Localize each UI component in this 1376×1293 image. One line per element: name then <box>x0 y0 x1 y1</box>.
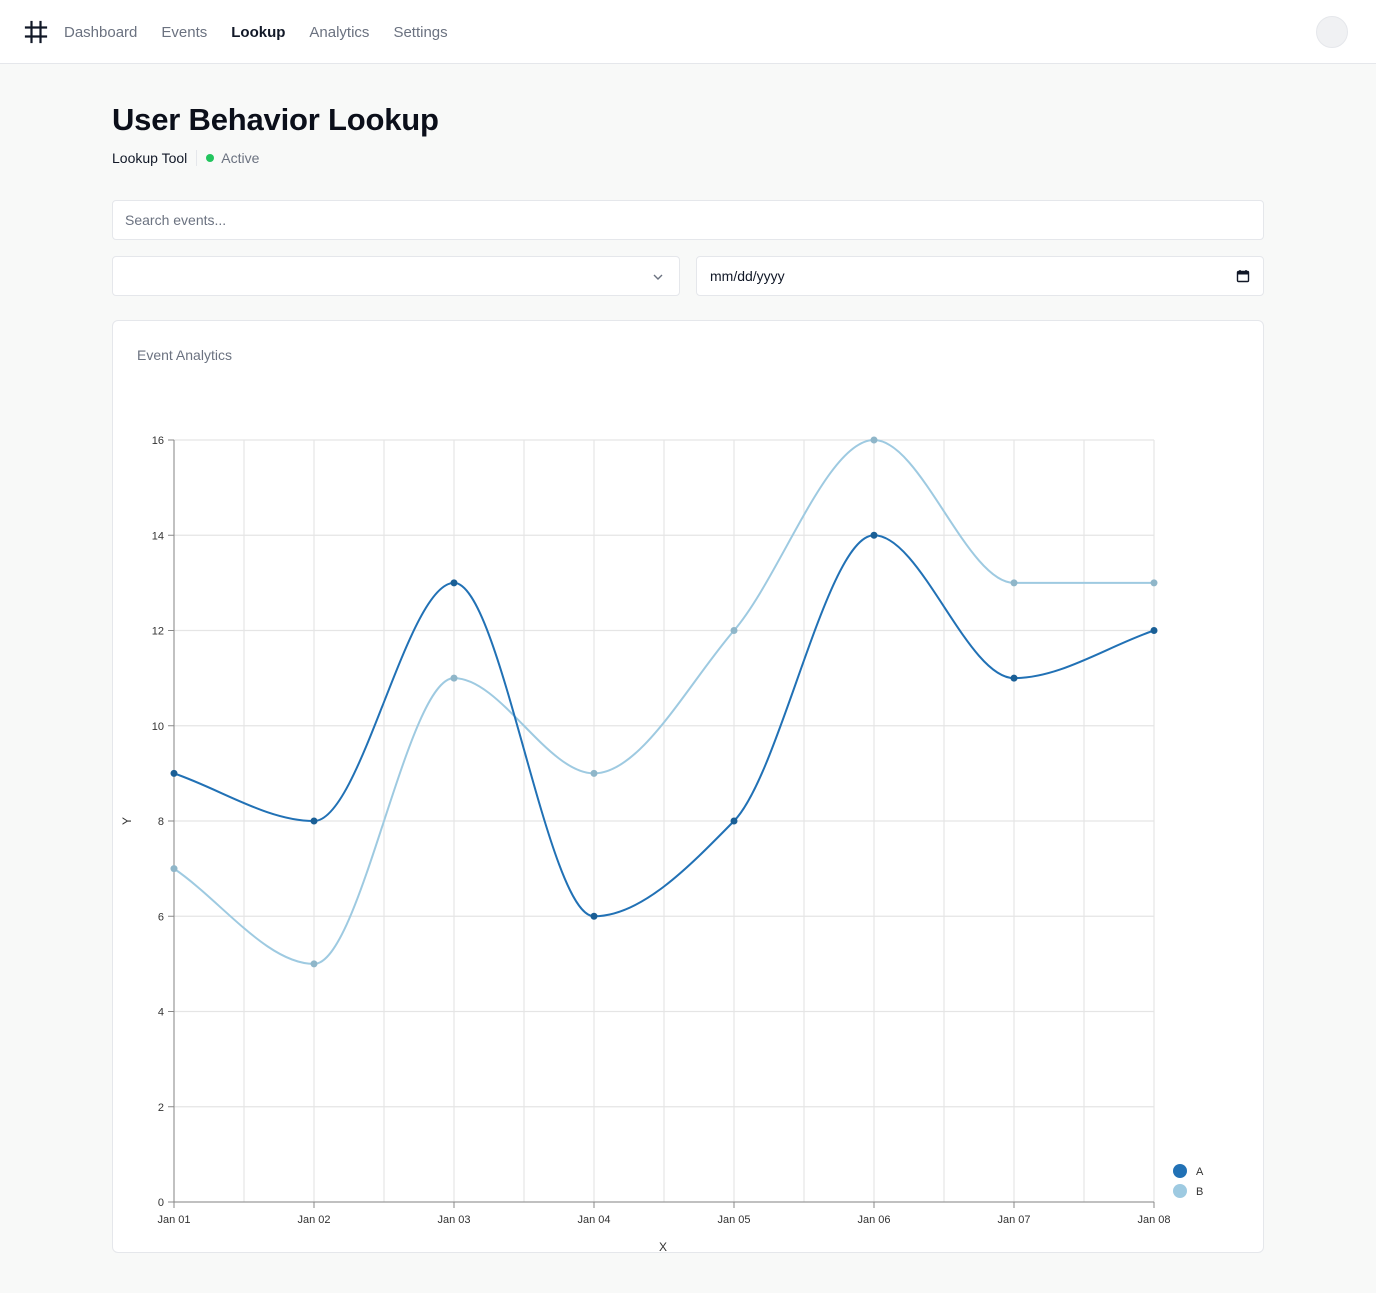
date-input[interactable]: mm/dd/yyyy <box>696 256 1264 296</box>
search-input[interactable] <box>112 200 1264 240</box>
nav-item-events[interactable]: Events <box>161 24 207 41</box>
data-point-b <box>1150 579 1158 587</box>
nav-item-analytics[interactable]: Analytics <box>309 24 369 41</box>
data-point-a <box>1010 674 1018 682</box>
x-tick-label: Jan 07 <box>997 1214 1030 1226</box>
y-tick-label: 14 <box>152 530 164 542</box>
x-tick-label: Jan 01 <box>157 1214 190 1226</box>
legend-marker-a <box>1173 1164 1187 1178</box>
y-tick-label: 2 <box>158 1102 164 1114</box>
data-point-a <box>1150 627 1158 634</box>
line-chart: 0 2 4 6 8 10 12 14 16 Jan 01 Jan 02 Jan 03 Jan 04 Jan… <box>120 435 1204 1252</box>
data-point-a <box>870 531 878 539</box>
legend-label-b: B <box>1196 1186 1203 1198</box>
y-axis-label: Y <box>120 817 134 825</box>
x-tick-label: Jan 08 <box>1137 1214 1170 1226</box>
avatar-icon[interactable] <box>1316 16 1348 48</box>
page-title: User Behavior Lookup <box>112 102 439 137</box>
divider <box>196 150 198 166</box>
chevron-down-icon <box>653 274 663 280</box>
data-point-b <box>870 436 878 444</box>
data-point-a <box>730 817 738 825</box>
y-tick-label: 12 <box>152 626 164 638</box>
y-tick-label: 8 <box>158 816 164 828</box>
x-tick-label: Jan 05 <box>717 1214 750 1226</box>
legend-label-a: A <box>1196 1166 1204 1178</box>
date-placeholder: mm/dd/yyyy <box>710 268 785 284</box>
nav-item-settings[interactable]: Settings <box>393 24 447 41</box>
y-tick-label: 0 <box>158 1197 164 1209</box>
calendar-icon[interactable] <box>1236 269 1250 283</box>
y-tick-label: 4 <box>158 1007 164 1019</box>
y-tick-label: 6 <box>158 911 164 923</box>
data-point-b <box>450 674 458 682</box>
data-point-b <box>730 627 738 634</box>
x-tick-label: Jan 03 <box>437 1214 470 1226</box>
y-tick-label: 16 <box>152 435 164 447</box>
top-navigation: Dashboard Events Lookup Analytics Settin… <box>0 0 1376 64</box>
data-point-b <box>170 865 178 873</box>
nav-item-lookup[interactable]: Lookup <box>231 24 285 41</box>
data-point-a <box>590 912 598 920</box>
y-tick-label: 10 <box>152 721 164 733</box>
hash-icon[interactable] <box>24 20 48 44</box>
data-point-b <box>310 960 318 968</box>
subtitle-row: Lookup Tool Active <box>112 148 259 168</box>
nav-links: Dashboard Events Lookup Analytics Settin… <box>64 0 448 64</box>
data-point-a <box>450 579 458 587</box>
analytics-card: Event Analytics 0 2 4 6 8 10 12 14 16 Jan 01 Jan 0… <box>112 320 1264 1253</box>
event-type-select[interactable] <box>112 256 680 296</box>
x-tick-label: Jan 06 <box>857 1214 890 1226</box>
nav-item-dashboard[interactable]: Dashboard <box>64 24 137 41</box>
x-tick-label: Jan 04 <box>577 1214 610 1226</box>
status-dot-icon <box>206 154 215 162</box>
data-point-a <box>310 817 318 825</box>
tool-label: Lookup Tool <box>112 150 188 166</box>
data-point-a <box>170 769 178 777</box>
x-tick-label: Jan 02 <box>297 1214 330 1226</box>
status-badge: Active <box>221 150 260 166</box>
data-point-b <box>590 769 598 777</box>
x-axis-label: X <box>659 1240 667 1252</box>
legend-marker-b <box>1173 1184 1187 1198</box>
data-point-b <box>1010 579 1018 587</box>
